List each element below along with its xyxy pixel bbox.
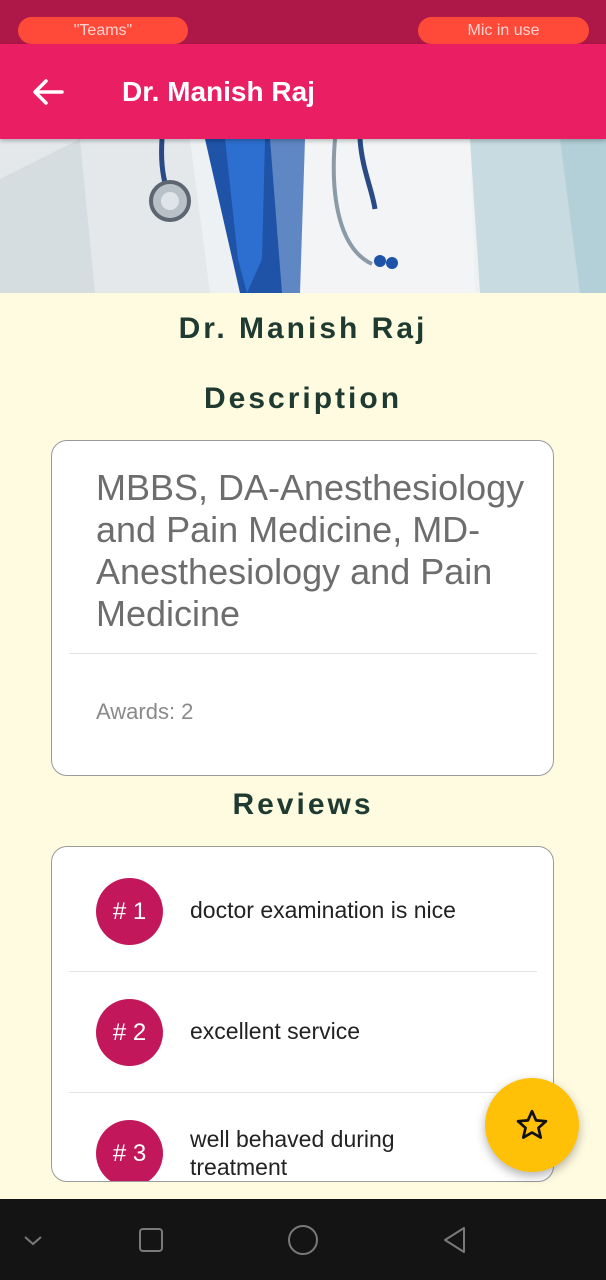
description-text: MBBS, DA-Anesthesiology and Pain Medicin… [96,467,525,634]
favorite-fab-button[interactable] [485,1078,579,1172]
system-nav-bar [0,1199,606,1280]
review-rank-badge: # 1 [96,878,163,945]
chevron-down-icon[interactable] [14,1221,52,1259]
home-circle-icon[interactable] [284,1221,322,1259]
review-text: doctor examination is nice [190,897,456,923]
list-item[interactable]: # 1 doctor examination is nice [52,847,553,967]
app-bar-title: Dr. Manish Raj [122,75,315,107]
description-card: MBBS, DA-Anesthesiology and Pain Medicin… [51,440,554,776]
back-triangle-icon[interactable] [436,1221,474,1259]
reviews-heading: Reviews [232,788,374,821]
star-outline-icon [516,1109,548,1139]
list-item[interactable]: # 2 excellent service [52,968,553,1088]
review-text: excellent service [190,1018,361,1044]
back-button[interactable] [28,72,68,112]
review-rank-badge: # 2 [96,999,163,1066]
review-rank-badge: # 3 [96,1120,163,1181]
doctor-hero-image [0,139,606,293]
mic-in-use-pill[interactable]: Mic in use [418,17,589,44]
doctor-name-heading: Dr. Manish Raj [178,312,428,345]
divider [69,653,537,654]
reviews-list[interactable]: # 1 doctor examination is nice # 2 excel… [51,846,554,1182]
review-text: well behaved during treatment [190,1126,395,1180]
arrow-left-icon [33,79,64,105]
app-bar: Dr. Manish Raj [0,44,606,139]
awards-count: Awards: 2 [96,699,194,724]
status-bar: "Teams" Mic in use [0,0,606,44]
list-item[interactable]: # 3 well behaved during treatment [52,1089,553,1181]
recents-square-icon[interactable] [132,1221,170,1259]
description-heading: Description [203,382,403,415]
teams-indicator-pill[interactable]: "Teams" [18,17,188,44]
